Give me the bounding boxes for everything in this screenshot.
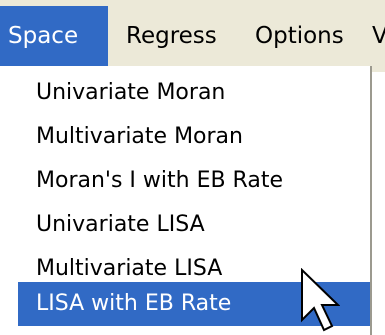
menu-item-univariate-lisa[interactable]: Univariate LISA [18,203,370,247]
menu-bar: Space Regress Options V [0,0,385,72]
menu-space[interactable]: Space [0,6,108,66]
menu-item-univariate-moran[interactable]: Univariate Moran [18,71,370,115]
arrow-cursor-icon [301,268,340,332]
menu-regress[interactable]: Regress [126,6,217,66]
menu-truncated[interactable]: V [372,6,385,66]
menu-item-morans-i-eb-rate[interactable]: Moran's I with EB Rate [18,159,370,203]
menu-options[interactable]: Options [255,6,344,66]
menu-item-multivariate-moran[interactable]: Multivariate Moran [18,115,370,159]
